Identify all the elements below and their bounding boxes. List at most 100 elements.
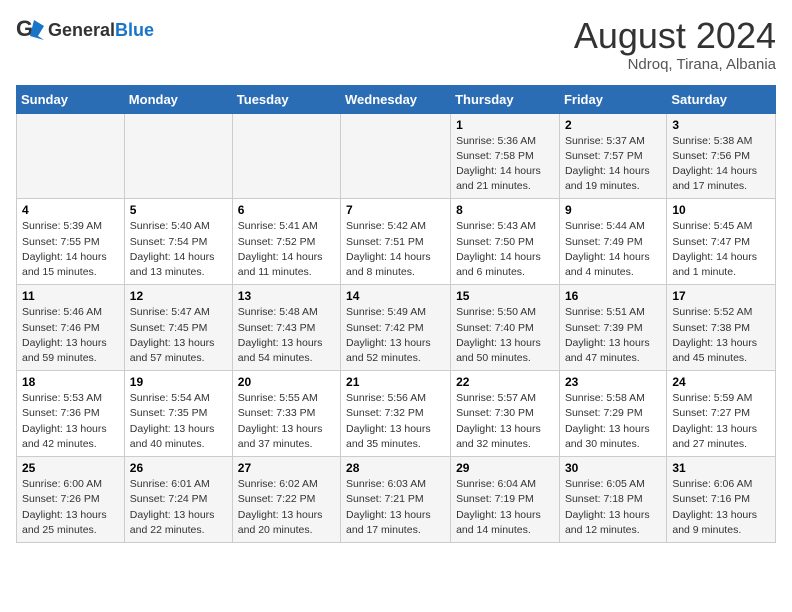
day-number: 22	[456, 375, 554, 389]
calendar-cell: 18 Sunrise: 5:53 AM Sunset: 7:36 PM Dayli…	[17, 371, 125, 457]
calendar-cell: 2Sunrise: 5:37 AM Sunset: 7:57 PM Daylig…	[559, 113, 666, 199]
calendar-cell: 9 Sunrise: 5:44 AM Sunset: 7:49 PM Daylig…	[559, 199, 666, 285]
calendar-cell: 11Sunrise: 5:46 AM Sunset: 7:46 PM Dayli…	[17, 285, 125, 371]
day-number: 10	[672, 203, 770, 217]
day-info: Sunrise: 5:36 AM Sunset: 7:58 PM Dayligh…	[456, 134, 554, 195]
day-number: 2	[565, 118, 661, 132]
calendar-week-row: 25 Sunrise: 6:00 AM Sunset: 7:26 PM Dayli…	[17, 457, 776, 543]
calendar-cell	[341, 113, 451, 199]
day-info: Sunrise: 5:42 AM Sunset: 7:51 PM Dayligh…	[346, 219, 445, 280]
day-number: 30	[565, 461, 661, 475]
day-info: Sunrise: 5:44 AM Sunset: 7:49 PM Dayligh…	[565, 219, 661, 280]
day-info: Sunrise: 6:06 AM Sunset: 7:16 PM Dayligh…	[672, 477, 770, 538]
day-number: 16	[565, 289, 661, 303]
day-info: Sunrise: 5:55 AM Sunset: 7:33 PM Dayligh…	[238, 391, 335, 452]
calendar-cell: 1 Sunrise: 5:36 AM Sunset: 7:58 PM Daylig…	[451, 113, 560, 199]
day-info: Sunrise: 5:45 AM Sunset: 7:47 PM Dayligh…	[672, 219, 770, 280]
calendar-cell: 29 Sunrise: 6:04 AM Sunset: 7:19 PM Dayli…	[451, 457, 560, 543]
day-number: 13	[238, 289, 335, 303]
calendar-cell: 21Sunrise: 5:56 AM Sunset: 7:32 PM Dayli…	[341, 371, 451, 457]
calendar-week-row: 11Sunrise: 5:46 AM Sunset: 7:46 PM Dayli…	[17, 285, 776, 371]
calendar-cell	[124, 113, 232, 199]
day-number: 23	[565, 375, 661, 389]
day-info: Sunrise: 5:48 AM Sunset: 7:43 PM Dayligh…	[238, 305, 335, 366]
calendar-week-row: 1 Sunrise: 5:36 AM Sunset: 7:58 PM Daylig…	[17, 113, 776, 199]
day-number: 6	[238, 203, 335, 217]
calendar-cell: 4 Sunrise: 5:39 AM Sunset: 7:55 PM Daylig…	[17, 199, 125, 285]
day-info: Sunrise: 5:49 AM Sunset: 7:42 PM Dayligh…	[346, 305, 445, 366]
day-info: Sunrise: 6:04 AM Sunset: 7:19 PM Dayligh…	[456, 477, 554, 538]
calendar-cell: 27 Sunrise: 6:02 AM Sunset: 7:22 PM Dayli…	[232, 457, 340, 543]
day-info: Sunrise: 6:00 AM Sunset: 7:26 PM Dayligh…	[22, 477, 119, 538]
day-number: 1	[456, 118, 554, 132]
day-number: 28	[346, 461, 445, 475]
calendar-cell: 23 Sunrise: 5:58 AM Sunset: 7:29 PM Dayli…	[559, 371, 666, 457]
day-header-monday: Monday	[124, 85, 232, 113]
calendar-week-row: 18 Sunrise: 5:53 AM Sunset: 7:36 PM Dayli…	[17, 371, 776, 457]
calendar-week-row: 4 Sunrise: 5:39 AM Sunset: 7:55 PM Daylig…	[17, 199, 776, 285]
calendar-cell: 13 Sunrise: 5:48 AM Sunset: 7:43 PM Dayli…	[232, 285, 340, 371]
day-info: Sunrise: 5:57 AM Sunset: 7:30 PM Dayligh…	[456, 391, 554, 452]
day-header-tuesday: Tuesday	[232, 85, 340, 113]
location-subtitle: Ndroq, Tirana, Albania	[574, 56, 776, 73]
logo-text-blue: Blue	[115, 20, 154, 40]
day-number: 8	[456, 203, 554, 217]
calendar-cell: 15 Sunrise: 5:50 AM Sunset: 7:40 PM Dayli…	[451, 285, 560, 371]
day-info: Sunrise: 5:52 AM Sunset: 7:38 PM Dayligh…	[672, 305, 770, 366]
calendar-header-row: SundayMondayTuesdayWednesdayThursdayFrid…	[17, 85, 776, 113]
calendar-cell: 7 Sunrise: 5:42 AM Sunset: 7:51 PM Daylig…	[341, 199, 451, 285]
day-number: 7	[346, 203, 445, 217]
calendar-cell: 31Sunrise: 6:06 AM Sunset: 7:16 PM Dayli…	[667, 457, 776, 543]
day-info: Sunrise: 6:01 AM Sunset: 7:24 PM Dayligh…	[130, 477, 227, 538]
day-info: Sunrise: 5:39 AM Sunset: 7:55 PM Dayligh…	[22, 219, 119, 280]
day-header-wednesday: Wednesday	[341, 85, 451, 113]
calendar-cell: 14 Sunrise: 5:49 AM Sunset: 7:42 PM Dayli…	[341, 285, 451, 371]
logo: G GeneralBlue	[16, 16, 154, 44]
day-number: 4	[22, 203, 119, 217]
day-number: 27	[238, 461, 335, 475]
logo-icon: G	[16, 16, 44, 44]
day-info: Sunrise: 5:58 AM Sunset: 7:29 PM Dayligh…	[565, 391, 661, 452]
day-number: 20	[238, 375, 335, 389]
calendar-cell: 25 Sunrise: 6:00 AM Sunset: 7:26 PM Dayli…	[17, 457, 125, 543]
day-info: Sunrise: 6:02 AM Sunset: 7:22 PM Dayligh…	[238, 477, 335, 538]
day-number: 19	[130, 375, 227, 389]
calendar-cell: 26Sunrise: 6:01 AM Sunset: 7:24 PM Dayli…	[124, 457, 232, 543]
calendar-table: SundayMondayTuesdayWednesdayThursdayFrid…	[16, 85, 776, 543]
calendar-cell: 17Sunrise: 5:52 AM Sunset: 7:38 PM Dayli…	[667, 285, 776, 371]
day-info: Sunrise: 5:56 AM Sunset: 7:32 PM Dayligh…	[346, 391, 445, 452]
calendar-cell: 19 Sunrise: 5:54 AM Sunset: 7:35 PM Dayli…	[124, 371, 232, 457]
day-number: 25	[22, 461, 119, 475]
day-info: Sunrise: 6:03 AM Sunset: 7:21 PM Dayligh…	[346, 477, 445, 538]
calendar-cell: 8 Sunrise: 5:43 AM Sunset: 7:50 PM Daylig…	[451, 199, 560, 285]
day-number: 11	[22, 289, 119, 303]
day-number: 15	[456, 289, 554, 303]
calendar-cell: 28 Sunrise: 6:03 AM Sunset: 7:21 PM Dayli…	[341, 457, 451, 543]
day-info: Sunrise: 5:51 AM Sunset: 7:39 PM Dayligh…	[565, 305, 661, 366]
calendar-cell	[17, 113, 125, 199]
day-info: Sunrise: 5:54 AM Sunset: 7:35 PM Dayligh…	[130, 391, 227, 452]
day-info: Sunrise: 5:53 AM Sunset: 7:36 PM Dayligh…	[22, 391, 119, 452]
day-info: Sunrise: 6:05 AM Sunset: 7:18 PM Dayligh…	[565, 477, 661, 538]
day-info: Sunrise: 5:50 AM Sunset: 7:40 PM Dayligh…	[456, 305, 554, 366]
calendar-cell	[232, 113, 340, 199]
page-header: G GeneralBlue August 2024 Ndroq, Tirana,…	[16, 16, 776, 73]
logo-text-general: General	[48, 20, 115, 40]
svg-text:G: G	[16, 16, 33, 41]
day-number: 18	[22, 375, 119, 389]
day-info: Sunrise: 5:43 AM Sunset: 7:50 PM Dayligh…	[456, 219, 554, 280]
day-number: 3	[672, 118, 770, 132]
day-number: 29	[456, 461, 554, 475]
day-number: 5	[130, 203, 227, 217]
day-number: 14	[346, 289, 445, 303]
day-info: Sunrise: 5:59 AM Sunset: 7:27 PM Dayligh…	[672, 391, 770, 452]
day-number: 12	[130, 289, 227, 303]
calendar-cell: 30 Sunrise: 6:05 AM Sunset: 7:18 PM Dayli…	[559, 457, 666, 543]
day-number: 9	[565, 203, 661, 217]
calendar-cell: 22 Sunrise: 5:57 AM Sunset: 7:30 PM Dayli…	[451, 371, 560, 457]
calendar-cell: 10 Sunrise: 5:45 AM Sunset: 7:47 PM Dayli…	[667, 199, 776, 285]
calendar-cell: 12 Sunrise: 5:47 AM Sunset: 7:45 PM Dayli…	[124, 285, 232, 371]
calendar-cell: 16 Sunrise: 5:51 AM Sunset: 7:39 PM Dayli…	[559, 285, 666, 371]
day-info: Sunrise: 5:47 AM Sunset: 7:45 PM Dayligh…	[130, 305, 227, 366]
day-info: Sunrise: 5:40 AM Sunset: 7:54 PM Dayligh…	[130, 219, 227, 280]
